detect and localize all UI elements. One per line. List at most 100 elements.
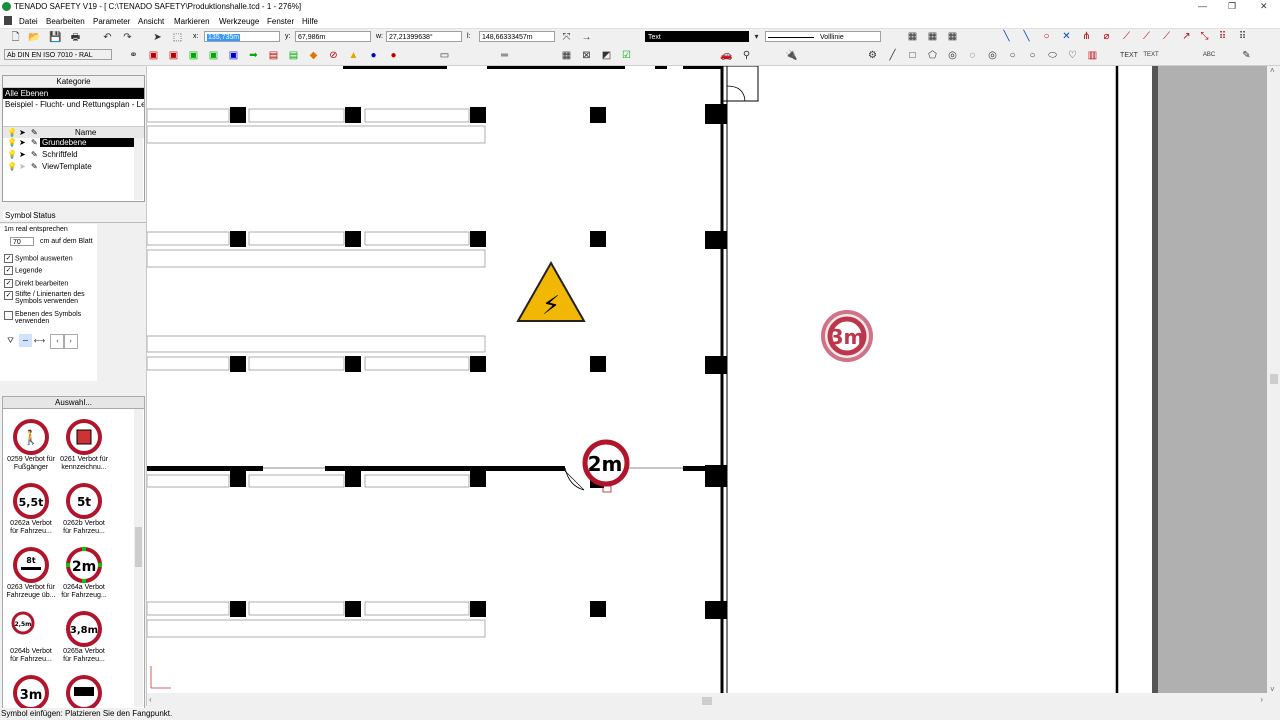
prohibition-icon[interactable]: ⊘ bbox=[327, 49, 340, 62]
height-limit-3m-sign-preview[interactable]: 3m bbox=[821, 310, 873, 362]
snap-4-icon[interactable]: ⟋ bbox=[1140, 30, 1153, 43]
chevron-down-icon[interactable]: ▾ bbox=[750, 30, 763, 43]
filter-icon[interactable]: ⛛ bbox=[4, 334, 17, 347]
exit-2-icon[interactable]: ▣ bbox=[207, 49, 220, 62]
scroll-thumb[interactable] bbox=[135, 527, 142, 567]
line-style-select[interactable]: Volllinie bbox=[765, 31, 881, 42]
y-coordinate-field[interactable]: 67,986m bbox=[295, 31, 371, 42]
car-icon[interactable]: 🚗 bbox=[720, 49, 733, 62]
diamond-icon[interactable]: ◆ bbox=[307, 49, 320, 62]
info-icon[interactable]: ▣ bbox=[227, 49, 240, 62]
sign-0264a[interactable]: 2m bbox=[66, 547, 102, 583]
scroll-left-icon[interactable]: ‹ bbox=[149, 695, 152, 704]
scroll-thumb[interactable] bbox=[1270, 374, 1278, 384]
checkbox[interactable]: ✓ bbox=[4, 291, 13, 300]
option-legend[interactable]: ✓ Legende bbox=[4, 266, 42, 275]
undo-icon[interactable]: ↶ bbox=[101, 31, 114, 44]
menu-ansicht[interactable]: Ansicht bbox=[138, 17, 164, 26]
document-icon[interactable] bbox=[4, 16, 12, 25]
red-square-icon[interactable]: ▤ bbox=[267, 49, 280, 62]
grid-2-icon[interactable]: ⠿ bbox=[1236, 30, 1249, 43]
close-icon[interactable]: ✕ bbox=[1260, 1, 1268, 12]
pen-icon[interactable]: ✎ bbox=[1240, 49, 1253, 62]
option-layers[interactable]: Ebenen des Symbols verwenden bbox=[4, 311, 94, 325]
text-style-select[interactable]: Text bbox=[645, 31, 749, 42]
pen-icon[interactable]: ✎ bbox=[31, 150, 38, 159]
pentagon-icon[interactable]: ⬠ bbox=[926, 49, 939, 62]
text-tool-icon[interactable]: TEXT bbox=[1120, 49, 1138, 62]
angle-field[interactable]: 27,21399638° bbox=[386, 31, 462, 42]
mandatory-icon[interactable]: ● bbox=[367, 49, 380, 62]
minimize-icon[interactable]: — bbox=[1198, 1, 1207, 11]
cross-icon[interactable]: ⤧ bbox=[560, 31, 573, 44]
ellipse-icon[interactable]: ⬭ bbox=[1046, 49, 1059, 62]
arrow-right-icon[interactable]: → bbox=[580, 31, 593, 44]
category-item-example[interactable]: Beispiel - Flucht- und Rettungsplan - Le bbox=[3, 99, 144, 110]
green-arrow-icon[interactable]: ➡ bbox=[247, 49, 260, 62]
menu-hilfe[interactable]: Hilfe bbox=[302, 17, 318, 26]
sign-0263[interactable]: 8t bbox=[13, 547, 49, 583]
layer-row[interactable]: 💡 ➤ ✎ ViewTemplate bbox=[3, 162, 133, 174]
menu-werkzeuge[interactable]: Werkzeuge bbox=[219, 17, 259, 26]
ring-icon[interactable]: ◎ bbox=[986, 49, 999, 62]
door-icon[interactable]: ▭ bbox=[438, 49, 451, 62]
sign-0259[interactable]: 🚶 bbox=[13, 419, 49, 455]
binocular-icon[interactable]: ⚭ bbox=[127, 49, 140, 62]
line-tool-2-icon[interactable]: ╲ bbox=[1020, 30, 1033, 43]
new-file-icon[interactable]: 🗋 bbox=[9, 31, 22, 44]
length-field[interactable]: 148,66333457m bbox=[479, 31, 555, 42]
sign-0264b[interactable]: 2,5m bbox=[11, 611, 35, 635]
sign-0262b[interactable]: 5t bbox=[66, 483, 102, 519]
floor-plan[interactable]: ⚡ 2m 3m bbox=[147, 66, 1267, 693]
menu-fenster[interactable]: Fenster bbox=[267, 17, 294, 26]
first-aid-icon[interactable]: ▣ bbox=[147, 49, 160, 62]
menu-parameter[interactable]: Parameter bbox=[93, 17, 130, 26]
scale-input[interactable]: 70 bbox=[10, 237, 34, 246]
check-box-icon[interactable]: ☑ bbox=[620, 49, 633, 62]
horizontal-scrollbar[interactable]: ‹ › bbox=[147, 694, 1267, 708]
save-icon[interactable]: 💾 bbox=[49, 31, 62, 44]
option-symbol-evaluate[interactable]: ✓ Symbol auswerten bbox=[4, 254, 73, 263]
sign-0262a[interactable]: 5,5t bbox=[13, 483, 49, 519]
snap-3-icon[interactable]: ⟋ bbox=[1120, 30, 1133, 43]
spiral-icon[interactable]: ◎ bbox=[946, 49, 959, 62]
lightbulb-off-icon[interactable]: 💡 bbox=[7, 162, 17, 171]
text-box-icon[interactable]: TEXT bbox=[1142, 49, 1160, 62]
plug-icon[interactable]: 🔌 bbox=[785, 49, 798, 62]
warning-electric-sign[interactable]: ⚡ bbox=[516, 260, 586, 322]
checkbox[interactable]: ✓ bbox=[4, 266, 13, 275]
fire-extinguisher-icon[interactable]: ⚲ bbox=[740, 49, 753, 62]
snap-5-icon[interactable]: ⟋ bbox=[1160, 30, 1173, 43]
arc-icon[interactable]: ◌ bbox=[966, 49, 979, 62]
checkbox[interactable]: ✓ bbox=[4, 254, 13, 263]
vertical-scrollbar[interactable]: ˄ ˅ bbox=[1267, 66, 1280, 694]
tab-symbol[interactable]: Symbol bbox=[3, 211, 34, 220]
heart-icon[interactable]: ♡ bbox=[1066, 49, 1079, 62]
circle-2-icon[interactable]: ○ bbox=[1026, 49, 1039, 62]
select-arrow-icon[interactable]: ➤ bbox=[151, 31, 164, 44]
pen-icon[interactable]: ✎ bbox=[31, 138, 38, 147]
layer-scrollbar[interactable] bbox=[134, 138, 143, 200]
circle-icon[interactable]: ○ bbox=[1006, 49, 1019, 62]
gear-icon[interactable]: ⚙ bbox=[866, 49, 879, 62]
print-icon[interactable]: 🖶 bbox=[69, 31, 82, 44]
pen-icon[interactable]: ✎ bbox=[31, 162, 38, 171]
scroll-right-icon[interactable]: › bbox=[1260, 695, 1263, 704]
layer-copy-icon[interactable]: ▦ bbox=[926, 30, 939, 43]
circle-tool-icon[interactable]: ○ bbox=[1040, 30, 1053, 43]
sign-0261[interactable] bbox=[66, 419, 102, 455]
abc-icon[interactable]: ABC bbox=[1200, 49, 1218, 62]
selection-button[interactable]: Auswahl... bbox=[3, 397, 144, 409]
cursor-icon[interactable]: ➤ bbox=[19, 162, 26, 171]
snap-6-icon[interactable]: ↗ bbox=[1180, 30, 1193, 43]
checkbox[interactable]: ✓ bbox=[4, 279, 13, 288]
tab-status[interactable]: Status bbox=[33, 211, 56, 220]
scroll-thumb[interactable] bbox=[702, 697, 712, 705]
grid-icon[interactable]: ⠿ bbox=[1216, 30, 1229, 43]
green-square-icon[interactable]: ▤ bbox=[287, 49, 300, 62]
layer-icon[interactable]: ▦ bbox=[906, 30, 919, 43]
wall-icon[interactable]: ═ bbox=[498, 49, 511, 62]
hatch-icon[interactable]: ▥ bbox=[1086, 49, 1099, 62]
snap-7-icon[interactable]: ⤡ bbox=[1198, 30, 1211, 43]
snap-2-icon[interactable]: ⌀ bbox=[1100, 30, 1113, 43]
